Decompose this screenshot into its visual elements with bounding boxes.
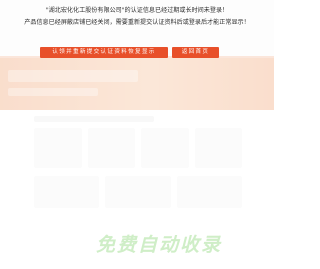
notice-line-1: "湖北宏化化工股份有限公司"的认证信息已经过期或长时间未登录！ <box>45 7 229 14</box>
expired-notice: "湖北宏化化工股份有限公司"的认证信息已经过期或长时间未登录！ 产品信息已经屏蔽… <box>0 6 274 28</box>
dim-overlay <box>0 0 274 269</box>
back-home-button[interactable]: 返回首页 <box>172 47 219 58</box>
watermark-text: 免费自动收录 <box>96 234 223 256</box>
notice-line-2: 产品信息已经屏蔽店铺已经关闭，需要重新提交认证资料后或登录后才能正常显示！ <box>24 19 250 26</box>
reauth-button[interactable]: 认领并重新提交认证资料恢复显示 <box>40 47 168 58</box>
blurred-background <box>0 0 274 269</box>
